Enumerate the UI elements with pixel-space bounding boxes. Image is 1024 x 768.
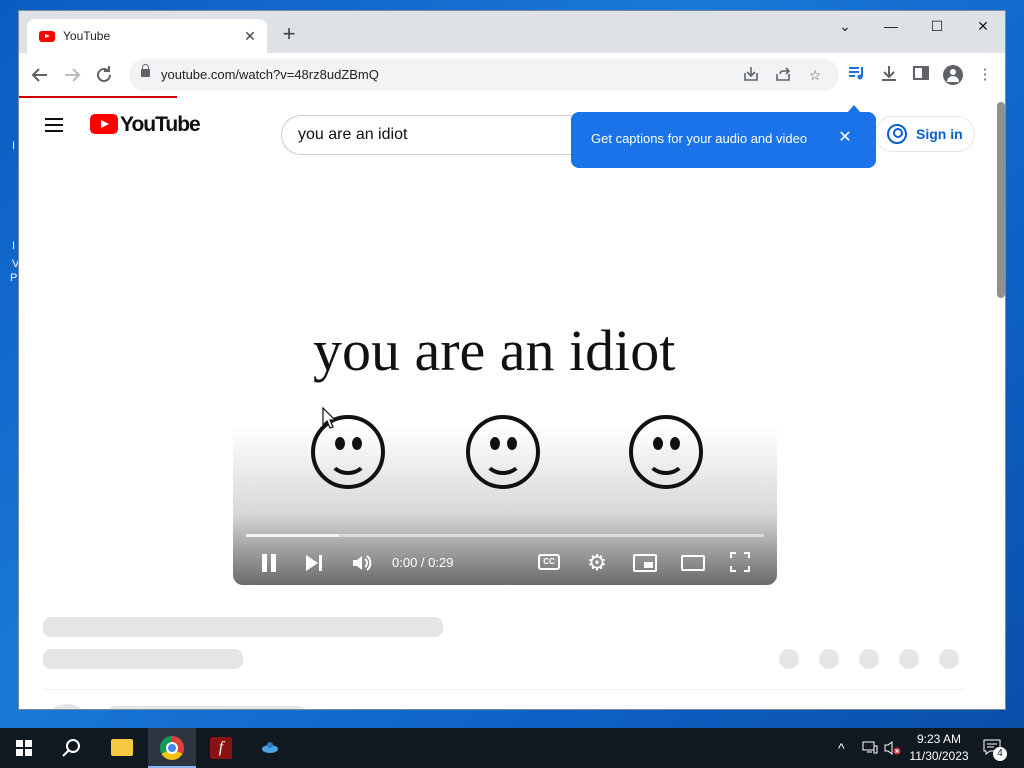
forward-arrow-icon[interactable] (60, 63, 84, 87)
network-app-icon[interactable] (246, 728, 294, 768)
chrome-icon (160, 736, 184, 760)
sign-in-button[interactable]: Sign in (875, 116, 975, 152)
new-tab-button[interactable]: + (277, 23, 301, 47)
close-icon[interactable]: ✕ (835, 128, 855, 148)
theater-mode-icon[interactable] (681, 555, 705, 571)
scrollbar-thumb[interactable] (997, 102, 1005, 298)
desktop-icon-label[interactable]: P (10, 272, 17, 284)
closed-captions-icon[interactable]: CC (538, 554, 560, 570)
avatar-placeholder (43, 704, 91, 709)
settings-gear-icon[interactable]: ⚙ (586, 552, 608, 574)
smiley-face-icon (629, 415, 703, 489)
account-circle-icon (887, 124, 907, 144)
search-query-text[interactable]: you are an idiot (298, 126, 407, 144)
back-arrow-icon[interactable] (28, 63, 52, 87)
profile-avatar-icon[interactable] (943, 65, 963, 85)
action-placeholder (819, 649, 839, 669)
captions-tooltip-text: Get captions for your audio and video (591, 131, 808, 146)
youtube-play-icon (90, 114, 118, 134)
file-explorer-icon[interactable] (111, 739, 133, 756)
miniplayer-icon[interactable] (633, 554, 657, 572)
youtube-page: YouTube you are an idiot Sign in Get cap… (19, 98, 995, 709)
clock-date[interactable]: 11/30/2023 (904, 749, 974, 763)
maximize-button[interactable]: ☐ (914, 11, 960, 41)
download-icon[interactable] (877, 63, 901, 87)
address-bar[interactable]: youtube.com/watch?v=48rz8udZBmQ ☆ (129, 59, 839, 91)
sign-in-label: Sign in (916, 126, 963, 142)
video-time: 0:00 / 0:29 (392, 555, 454, 570)
tab-title: YouTube (63, 29, 111, 43)
next-video-icon[interactable] (306, 554, 324, 572)
divider (43, 689, 963, 690)
close-window-button[interactable]: ✕ (960, 11, 1005, 41)
pause-icon[interactable] (261, 554, 277, 572)
search-icon[interactable] (48, 728, 96, 768)
mouse-cursor-icon (322, 406, 337, 434)
flash-player-icon[interactable]: f (210, 737, 232, 759)
volume-muted-icon[interactable] (884, 740, 902, 759)
taskbar: f ^ 9:23 AM 11/30/2023 (0, 728, 1024, 768)
video-player[interactable]: you are an idiot 0:00 / 0:29 CC ⚙ (233, 187, 777, 585)
hamburger-menu-icon[interactable] (45, 118, 65, 132)
media-controls-icon[interactable] (845, 63, 869, 87)
lock-icon[interactable] (141, 64, 150, 77)
minimize-button[interactable]: — (868, 11, 914, 41)
fullscreen-icon[interactable] (730, 552, 750, 572)
tab-search-button[interactable]: ⌄ (822, 11, 868, 41)
video-buffered-bar (246, 534, 340, 537)
youtube-favicon-icon (39, 31, 55, 42)
show-hidden-icons-icon[interactable]: ^ (838, 740, 845, 756)
action-placeholder (899, 649, 919, 669)
install-app-icon[interactable] (741, 65, 761, 85)
metadata-placeholder (43, 649, 243, 669)
action-placeholder (939, 649, 959, 669)
channel-placeholder (107, 706, 307, 709)
share-icon[interactable] (773, 65, 793, 85)
menu-more-icon[interactable]: ⋮ (973, 63, 997, 87)
search-input[interactable]: you are an idiot (281, 115, 581, 155)
smiley-face-icon (466, 415, 540, 489)
tab-strip: YouTube ✕ + ⌄ — ☐ ✕ (19, 11, 1005, 53)
title-placeholder (43, 617, 443, 637)
desktop-icon-label[interactable]: I (12, 240, 15, 252)
browser-toolbar: youtube.com/watch?v=48rz8udZBmQ ☆ ⋮ (19, 53, 1005, 97)
page-scrollbar[interactable] (995, 98, 1005, 709)
action-placeholder (779, 649, 799, 669)
taskbar-chrome-button[interactable] (148, 728, 196, 768)
notification-count-badge: 4 (993, 747, 1007, 761)
windows-start-icon[interactable] (16, 740, 32, 756)
bookmark-star-icon[interactable]: ☆ (805, 65, 825, 85)
youtube-logo[interactable]: YouTube (90, 113, 201, 137)
video-frame-text: you are an idiot (313, 318, 676, 383)
tab-close-icon[interactable]: ✕ (239, 25, 261, 47)
browser-window: YouTube ✕ + ⌄ — ☐ ✕ youtube.com/watch?v=… (18, 10, 1006, 710)
url-text[interactable]: youtube.com/watch?v=48rz8udZBmQ (161, 67, 379, 82)
side-panel-icon[interactable] (909, 63, 933, 87)
video-progress-bar[interactable] (246, 534, 764, 537)
volume-icon[interactable] (350, 551, 374, 575)
action-placeholder (859, 649, 879, 669)
youtube-wordmark: YouTube (120, 113, 201, 136)
network-icon[interactable] (862, 740, 878, 757)
tab-youtube[interactable]: YouTube ✕ (27, 19, 267, 53)
clock-time[interactable]: 9:23 AM (906, 732, 972, 746)
captions-tooltip: Get captions for your audio and video ✕ (571, 105, 876, 168)
reload-icon[interactable] (92, 63, 116, 87)
desktop-icon-label[interactable]: I (12, 140, 15, 152)
